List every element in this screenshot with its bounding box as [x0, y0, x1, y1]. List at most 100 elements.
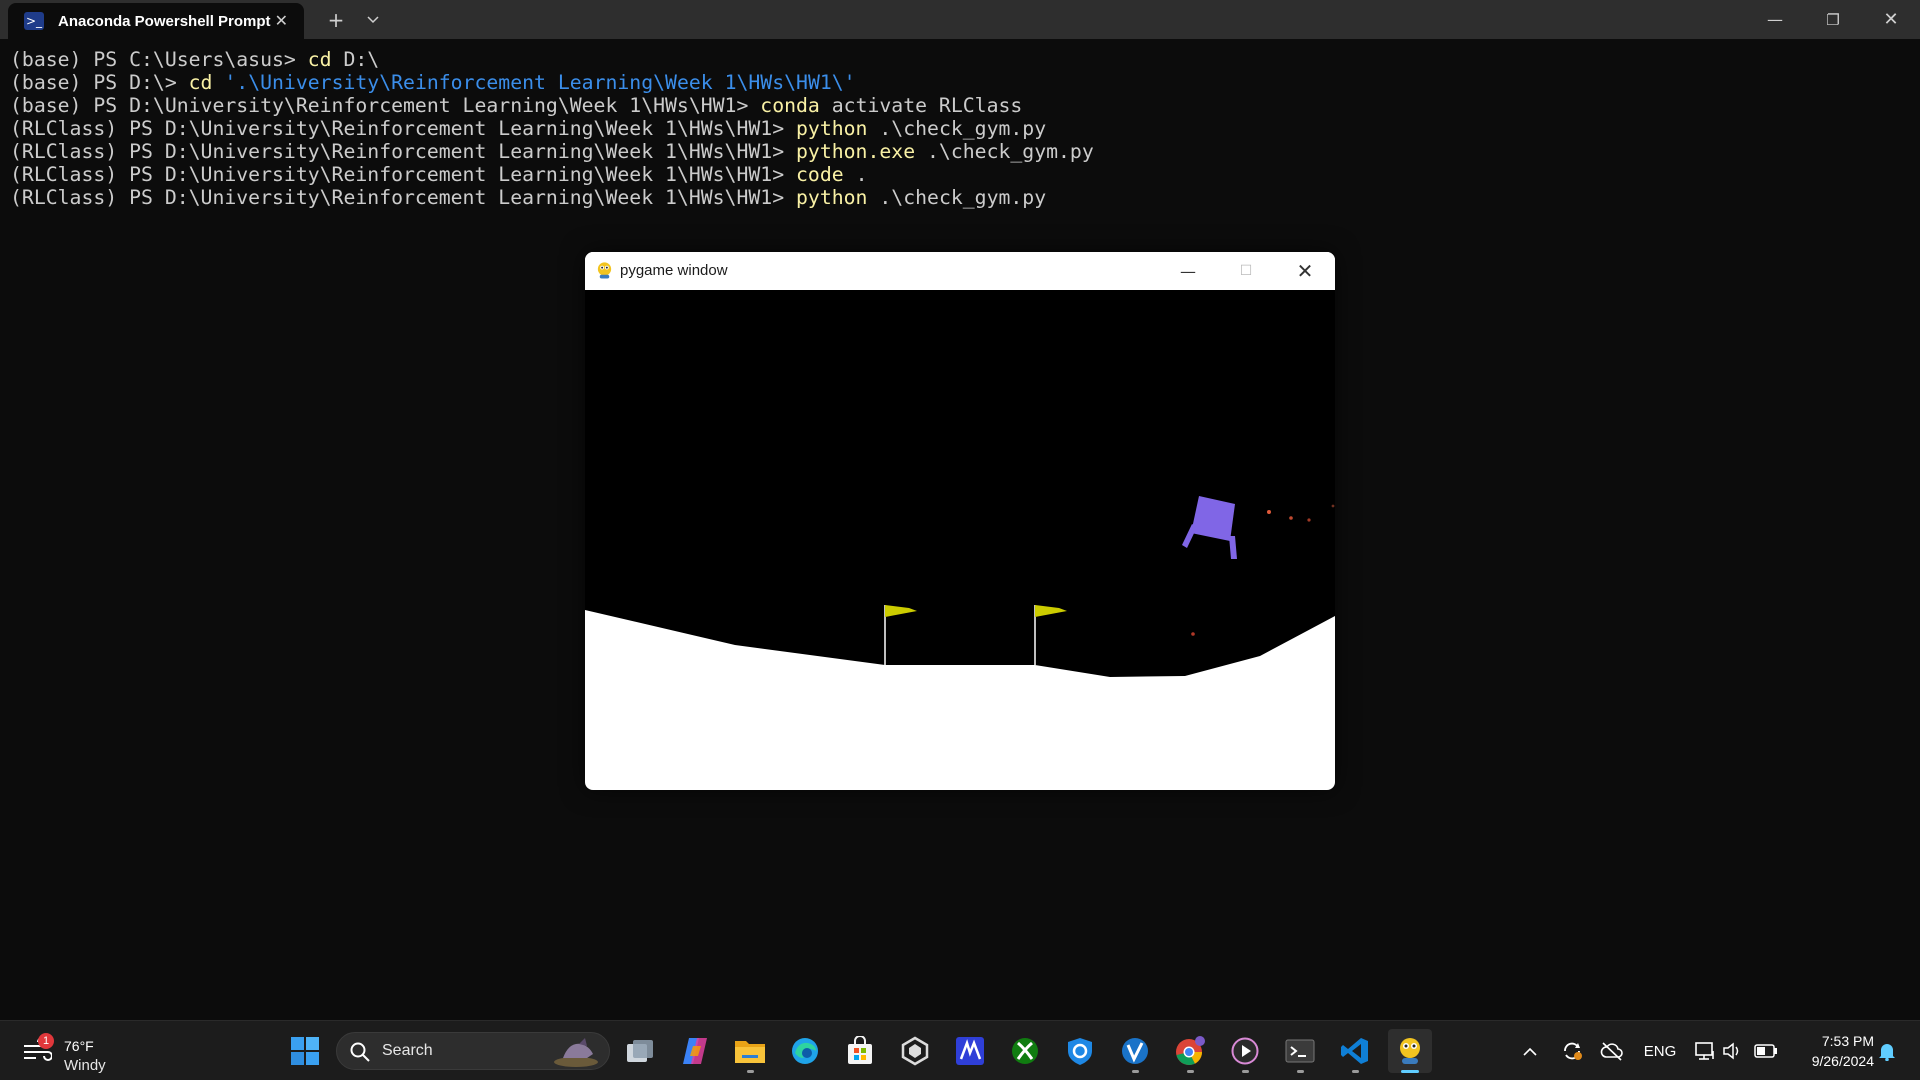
- pygame-title-bar[interactable]: pygame window — ☐ ✕: [585, 252, 1335, 290]
- powershell-icon: >_: [24, 12, 44, 30]
- weather-notification-badge: 1: [38, 1033, 54, 1049]
- media-player-icon: [1231, 1037, 1259, 1065]
- battery-tray-button[interactable]: [1752, 1021, 1780, 1080]
- start-button[interactable]: [283, 1029, 327, 1073]
- terminal-prompt: (base) PS C:\Users\asus>: [10, 48, 308, 71]
- terminal-line: (base) PS D:\University\Reinforcement Le…: [10, 94, 1910, 117]
- vscode-icon: [1341, 1038, 1368, 1064]
- language-indicator[interactable]: ENG: [1640, 1021, 1680, 1080]
- task-view-icon: [627, 1040, 653, 1062]
- terminal-command: cd: [188, 71, 213, 94]
- chevron-up-icon: [1523, 1047, 1537, 1056]
- search-icon: [350, 1042, 370, 1062]
- microsoft-store-button[interactable]: [838, 1029, 882, 1073]
- terminal-line: (base) PS C:\Users\asus> cd D:\: [10, 48, 1910, 71]
- close-button[interactable]: ✕: [1868, 0, 1914, 39]
- copilot-icon: [683, 1038, 707, 1064]
- terminal-arguments: .\check_gym.py: [867, 117, 1047, 140]
- running-indicator: [1187, 1070, 1194, 1073]
- tab-title: Anaconda Powershell Prompt: [58, 12, 271, 30]
- terminal-prompt: (RLClass) PS D:\University\Reinforcement…: [10, 186, 797, 209]
- terminal-command: conda: [760, 94, 820, 117]
- terminal-output[interactable]: (base) PS C:\Users\asus> cd D:\ (base) PS…: [10, 48, 1910, 209]
- vscode-button[interactable]: [1333, 1029, 1377, 1073]
- volume-tray-button[interactable]: [1720, 1021, 1744, 1080]
- task-view-button[interactable]: [618, 1029, 662, 1073]
- terminal-icon: [1285, 1039, 1315, 1063]
- lunar-lander-canvas[interactable]: [585, 290, 1335, 790]
- show-hidden-icons-button[interactable]: [1518, 1021, 1542, 1080]
- vpn-v-icon: [1122, 1038, 1148, 1064]
- app-m-button[interactable]: [948, 1029, 992, 1073]
- minimize-button[interactable]: —: [1752, 0, 1798, 39]
- search-highlight-icon: [554, 1038, 598, 1067]
- restore-button[interactable]: ❐: [1810, 0, 1856, 39]
- taskbar-search[interactable]: Search: [336, 1032, 610, 1070]
- network-icon: [1695, 1042, 1714, 1060]
- pygame-maximize-button[interactable]: ☐: [1223, 252, 1269, 290]
- copilot-button[interactable]: [673, 1029, 717, 1073]
- pygame-minimize-button[interactable]: —: [1165, 252, 1211, 290]
- running-indicator: [1242, 1070, 1249, 1073]
- battery-icon: [1754, 1044, 1777, 1058]
- pygame-window-title: pygame window: [620, 262, 728, 279]
- sync-icon: [1564, 1042, 1582, 1060]
- xbox-button[interactable]: [1003, 1029, 1047, 1073]
- weather-widget[interactable]: 1 76°F Windy: [22, 1027, 132, 1075]
- terminal-line: (RLClass) PS D:\University\Reinforcement…: [10, 163, 1910, 186]
- start-icon: [291, 1037, 319, 1065]
- running-indicator: [1297, 1070, 1304, 1073]
- terminal-command: code: [796, 163, 844, 186]
- tab-anaconda-powershell[interactable]: >_ Anaconda Powershell Prompt ✕: [8, 3, 304, 39]
- weather-condition: Windy: [64, 1057, 106, 1074]
- bell-icon: [1879, 1044, 1895, 1061]
- microsoft-store-icon: [848, 1036, 872, 1064]
- file-explorer-button[interactable]: [728, 1029, 772, 1073]
- clock[interactable]: 7:53 PM 9/26/2024: [1788, 1031, 1874, 1071]
- app-m-icon: [956, 1037, 984, 1065]
- media-player-button[interactable]: [1223, 1029, 1267, 1073]
- terminal-line: (RLClass) PS D:\University\Reinforcement…: [10, 186, 1910, 209]
- terminal-command: python: [796, 186, 868, 209]
- terminal-arguments: D:\: [331, 48, 380, 71]
- terminal-prompt: (RLClass) PS D:\University\Reinforcement…: [10, 140, 797, 163]
- search-placeholder: Search: [382, 1042, 433, 1059]
- sync-tray-button[interactable]: [1558, 1021, 1586, 1080]
- vpn-button[interactable]: [1113, 1029, 1157, 1073]
- pygame-window[interactable]: pygame window — ☐ ✕: [585, 252, 1335, 790]
- running-indicator: [1401, 1070, 1419, 1073]
- pygame-icon: [1400, 1038, 1420, 1064]
- terminal-command: python.exe: [796, 140, 916, 163]
- terminal-arguments: .: [843, 163, 868, 186]
- pygame-taskbar-button[interactable]: [1388, 1029, 1432, 1073]
- terminal-prompt: (RLClass) PS D:\University\Reinforcement…: [10, 117, 797, 140]
- pygame-close-button[interactable]: ✕: [1282, 252, 1328, 290]
- terminal-prompt: (base) PS D:\University\Reinforcement Le…: [10, 94, 761, 117]
- weather-temperature: 76°F: [64, 1038, 94, 1054]
- network-tray-button[interactable]: [1692, 1021, 1718, 1080]
- xbox-icon: [1012, 1038, 1038, 1064]
- notifications-button[interactable]: [1874, 1021, 1900, 1080]
- chevron-down-icon[interactable]: [357, 0, 389, 39]
- terminal-prompt: (RLClass) PS D:\University\Reinforcement…: [10, 163, 797, 186]
- edge-button[interactable]: [783, 1029, 827, 1073]
- clock-time: 7:53 PM: [1821, 1033, 1874, 1049]
- terminal-title-bar: >_ Anaconda Powershell Prompt ✕ + — ❐ ✕: [0, 0, 1920, 39]
- defender-button[interactable]: [1058, 1029, 1102, 1073]
- new-tab-button[interactable]: +: [320, 0, 352, 39]
- terminal-arguments: [212, 71, 224, 94]
- volume-icon: [1723, 1042, 1739, 1060]
- clock-date: 9/26/2024: [1811, 1053, 1874, 1069]
- chrome-button[interactable]: [1168, 1029, 1212, 1073]
- terminal-line: (RLClass) PS D:\University\Reinforcement…: [10, 140, 1910, 163]
- terminal-button[interactable]: [1278, 1029, 1322, 1073]
- cloud-tray-button[interactable]: [1598, 1021, 1626, 1080]
- terminal-string-argument: '.\University\Reinforcement Learning\Wee…: [224, 71, 856, 94]
- terminal-arguments: activate RLClass: [819, 94, 1023, 117]
- unity-button[interactable]: [893, 1029, 937, 1073]
- cloud-off-icon: [1600, 1042, 1623, 1061]
- tab-close-icon[interactable]: ✕: [275, 11, 288, 30]
- terminal-line: (RLClass) PS D:\University\Reinforcement…: [10, 117, 1910, 140]
- pygame-snake-icon: [597, 262, 612, 279]
- file-explorer-icon: [735, 1041, 765, 1063]
